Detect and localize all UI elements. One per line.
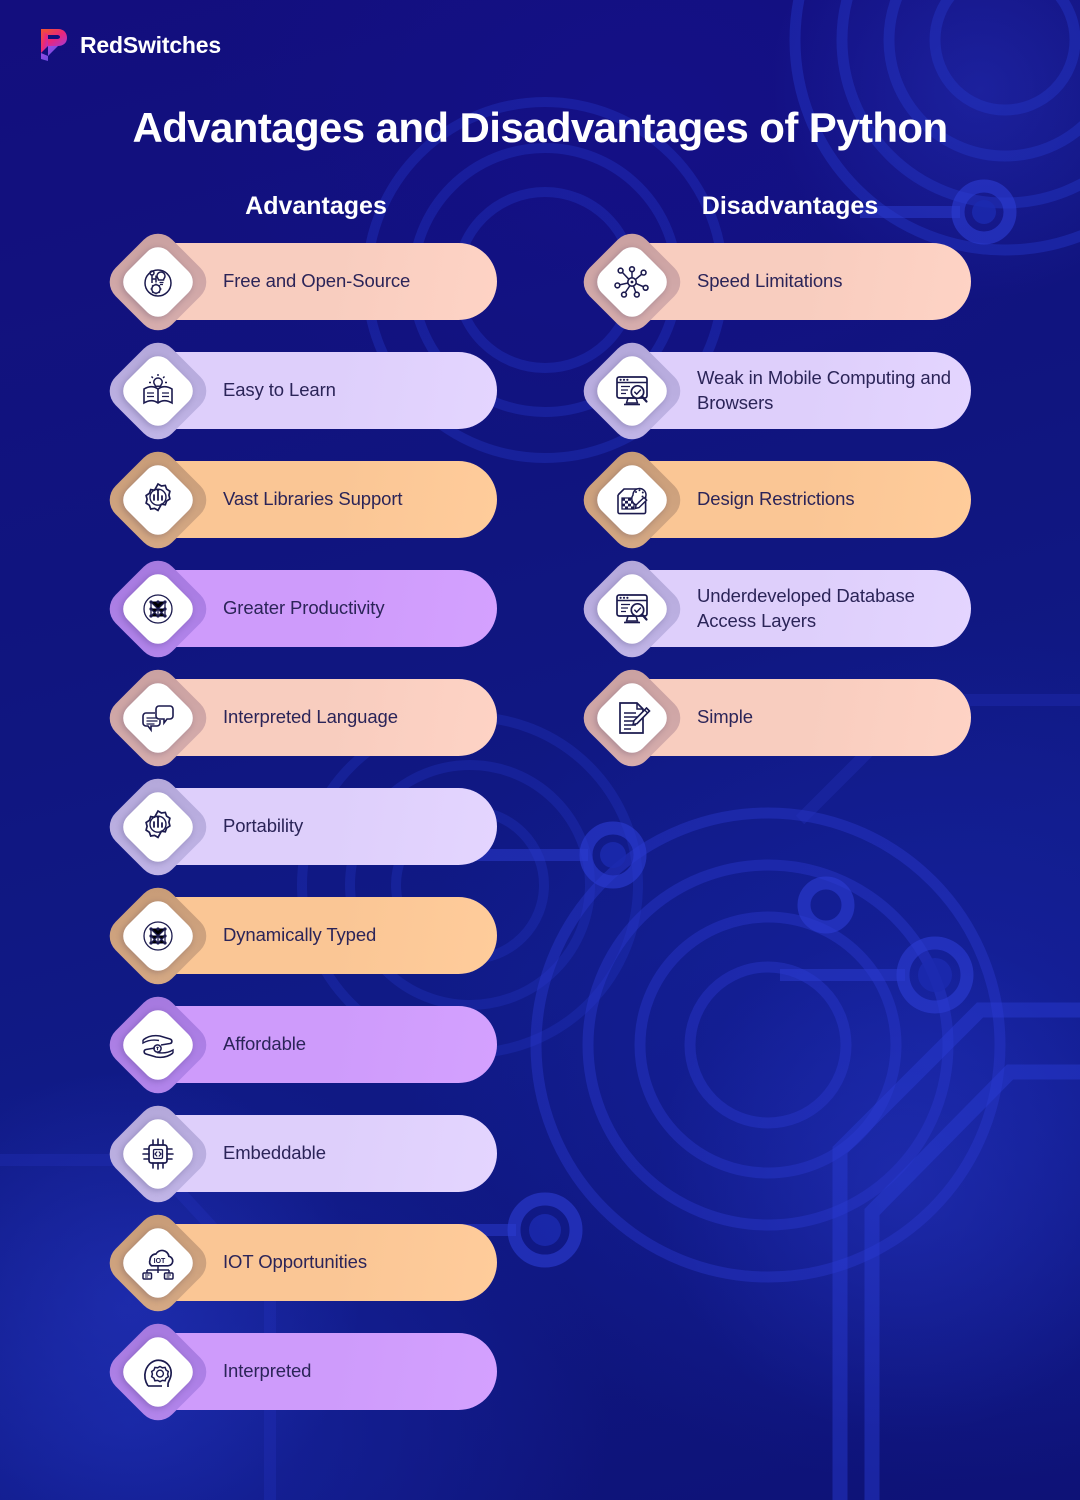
feature-label: Free and Open-Source: [223, 270, 411, 292]
feature-icon-badge: [101, 1206, 215, 1320]
list-item: Interpreted Language: [101, 661, 497, 775]
feature-icon-badge: [101, 225, 215, 339]
open-book-idea-icon: [138, 371, 178, 411]
feature-icon-badge: [101, 988, 215, 1102]
iot-cloud-icon: [138, 1243, 178, 1283]
idea-management-icon: [138, 262, 178, 302]
feature-label: Interpreted Language: [223, 706, 398, 728]
network-grid-icon: [138, 589, 178, 629]
list-item: Underdeveloped Database Access Layers: [575, 552, 971, 666]
list-item: Simple: [575, 661, 971, 775]
feature-label: Design Restrictions: [697, 488, 855, 510]
feature-label: Underdeveloped Database Access Layers: [697, 585, 915, 631]
feature-icon-badge: [575, 552, 689, 666]
chat-bubbles-icon: [138, 698, 178, 738]
feature-label: Weak in Mobile Computing and Browsers: [697, 367, 951, 413]
list-item: Weak in Mobile Computing and Browsers: [575, 334, 971, 448]
monitor-search-icon: [612, 371, 652, 411]
feature-label: Interpreted: [223, 1360, 312, 1382]
brand-logo[interactable]: RedSwitches: [38, 28, 221, 62]
monitor-search-icon: [612, 589, 652, 629]
feature-icon-badge: [575, 443, 689, 557]
feature-icon-badge: [101, 443, 215, 557]
list-item: Easy to Learn: [101, 334, 497, 448]
feature-label: IOT Opportunities: [223, 1251, 367, 1273]
list-item: IOT Opportunities: [101, 1206, 497, 1320]
feature-label: Affordable: [223, 1033, 306, 1055]
node-network-icon: [612, 262, 652, 302]
feature-icon-badge: [101, 1097, 215, 1211]
list-item: Free and Open-Source: [101, 225, 497, 339]
list-item: Speed Limitations: [575, 225, 971, 339]
chip-code-icon: [138, 1134, 178, 1174]
hand-coin-icon: [138, 1025, 178, 1065]
list-item: Interpreted: [101, 1315, 497, 1429]
feature-icon-badge: [101, 334, 215, 448]
feature-icon-badge: [575, 334, 689, 448]
list-item: Design Restrictions: [575, 443, 971, 557]
list-item: Greater Productivity: [101, 552, 497, 666]
list-item: Affordable: [101, 988, 497, 1102]
feature-icon-badge: [101, 879, 215, 993]
list-item: Vast Libraries Support: [101, 443, 497, 557]
feature-icon-badge: [575, 225, 689, 339]
gear-settings-icon: [138, 807, 178, 847]
feature-label: Vast Libraries Support: [223, 488, 403, 510]
brand-name: RedSwitches: [80, 31, 221, 58]
column-headings: Advantages Disadvantages: [0, 192, 1080, 228]
redswitches-play-mark-icon: [41, 29, 67, 61]
feature-label: Dynamically Typed: [223, 924, 377, 946]
advantages-list: Free and Open-Source Easy to Learn Vast Li…: [101, 225, 497, 1442]
feature-label: Speed Limitations: [697, 270, 843, 292]
gear-settings-icon: [138, 480, 178, 520]
feature-icon-badge: [575, 661, 689, 775]
feature-label: Simple: [697, 706, 753, 728]
head-gear-icon: [138, 1352, 178, 1392]
list-item: Dynamically Typed: [101, 879, 497, 993]
feature-icon-badge: [101, 1315, 215, 1429]
design-palette-icon: [612, 480, 652, 520]
network-grid-icon: [138, 916, 178, 956]
list-item: Embeddable: [101, 1097, 497, 1211]
feature-icon-badge: [101, 661, 215, 775]
heading-advantages: Advantages: [245, 192, 387, 220]
feature-label: Easy to Learn: [223, 379, 336, 401]
feature-label: Embeddable: [223, 1142, 326, 1164]
feature-icon-badge: [101, 770, 215, 884]
feature-icon-badge: [101, 552, 215, 666]
page-title: Advantages and Disadvantages of Python: [132, 104, 948, 151]
feature-label: Greater Productivity: [223, 597, 385, 619]
list-item: Portability: [101, 770, 497, 884]
disadvantages-list: Speed Limitations Weak in Mobile Computin…: [575, 225, 971, 788]
feature-label: Portability: [223, 815, 304, 837]
heading-disadvantages: Disadvantages: [701, 192, 879, 220]
note-pencil-icon: [612, 698, 652, 738]
